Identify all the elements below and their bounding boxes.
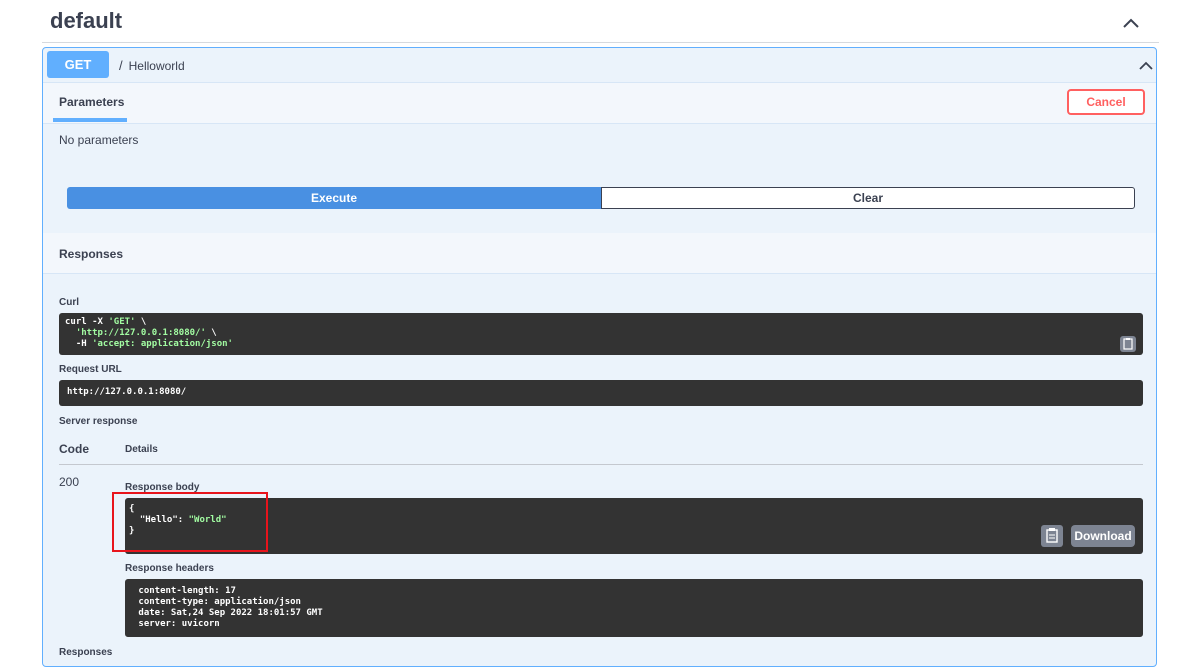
path-slash: / [119,58,123,73]
curl-header-string: 'accept: application/json' [92,339,233,349]
operation-summary[interactable]: GET / Helloworld [43,48,1156,82]
body-value: "World" [188,515,227,525]
copy-body-button[interactable] [1041,525,1063,547]
operation-path: / Helloworld [119,58,185,73]
response-headers-label: Response headers [125,563,214,574]
section-divider [42,42,1159,43]
server-response-label: Server response [59,416,138,427]
download-button[interactable]: Download [1071,525,1135,547]
responses-header: Responses [43,233,1156,274]
curl-line-1: curl -X 'GET' \ [65,317,1137,328]
curl-indent [65,328,76,338]
body-line: "Hello": "World" [129,515,1139,526]
curl-method-string: 'GET' [108,317,136,327]
no-parameters-text: No parameters [59,133,139,147]
curl-url-string: 'http://127.0.0.1:8080/' [75,328,206,338]
execute-wrapper: Execute Clear [67,187,1135,209]
response-header-line: server: uvicorn [133,619,226,629]
curl-line-2: 'http://127.0.0.1:8080/' \ [65,328,1137,339]
curl-label: Curl [59,297,79,308]
body-colon: : [177,515,189,525]
clear-button[interactable]: Clear [601,187,1135,209]
curl-continuation: \ [205,328,217,338]
curl-line-3: -H 'accept: application/json' [65,339,1137,350]
operation-collapse-button[interactable] [1137,57,1155,75]
chevron-up-icon [1139,61,1153,70]
code-column-header: Code [59,442,89,456]
section-title: default [50,8,123,33]
method-badge: GET [47,51,109,78]
section-collapse-chevron-up-icon[interactable] [1120,12,1142,34]
response-body-block[interactable]: { "Hello": "World" } [125,498,1143,554]
operation-block: GET / Helloworld Parameters Cancel No par… [42,47,1157,667]
responses-title: Responses [59,247,124,261]
responses-subheading: Responses [59,647,113,658]
response-headers-block[interactable]: content-length: 17 content-type: applica… [125,579,1143,637]
curl-code-block[interactable]: curl -X 'GET' \ 'http://127.0.0.1:8080/'… [59,313,1143,355]
request-url-block[interactable]: http://127.0.0.1:8080/ [59,380,1143,406]
curl-header-flag: -H [65,339,93,349]
tab-parameters[interactable]: Parameters [59,95,124,109]
tab-active-underline [53,118,127,122]
curl-command: curl -X [65,317,109,327]
status-code: 200 [59,475,80,489]
clipboard-icon [1046,528,1058,543]
body-open-brace: { [129,504,135,514]
response-header-line: date: Sat,24 Sep 2022 18:01:57 GMT [133,608,329,618]
response-body-label: Response body [125,482,200,493]
chevron-up-icon [1123,18,1139,28]
path-text: Helloworld [128,59,185,73]
request-url-label: Request URL [59,364,122,375]
clipboard-icon [1123,338,1133,350]
curl-continuation: \ [135,317,147,327]
response-table-divider [59,464,1143,465]
parameters-header: Parameters Cancel [43,82,1156,124]
cancel-button[interactable]: Cancel [1067,89,1145,115]
response-header-line: content-length: 17 [133,586,242,596]
copy-curl-button[interactable] [1120,336,1136,352]
request-url-text: http://127.0.0.1:8080/ [67,387,187,397]
body-close-brace: } [129,526,135,536]
body-key: "Hello" [129,515,178,525]
execute-button[interactable]: Execute [67,187,601,209]
response-header-line: content-type: application/json [133,597,307,607]
details-column-header: Details [125,444,158,455]
